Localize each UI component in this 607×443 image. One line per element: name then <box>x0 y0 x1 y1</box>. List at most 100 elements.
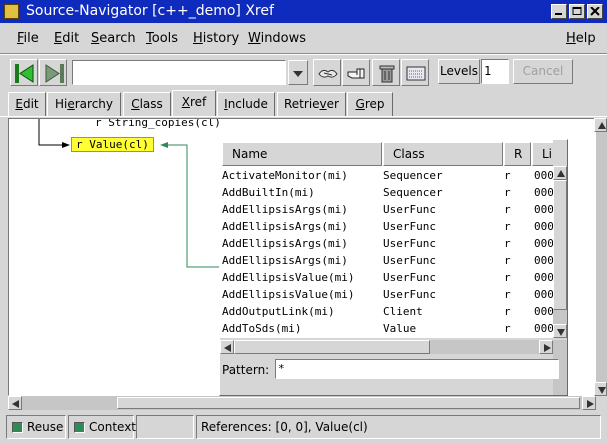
cell-name: AddEllipsisValue(mi) <box>222 271 355 284</box>
forward-button[interactable] <box>39 59 67 86</box>
main-scroll-left-button[interactable] <box>8 396 22 410</box>
cell-class: Sequencer <box>383 186 443 199</box>
list-scroll-up-button[interactable] <box>553 166 567 180</box>
refs-to-button[interactable] <box>313 59 341 86</box>
menu-windows-label: Windows <box>248 31 307 46</box>
column-header-r[interactable]: R <box>504 142 531 166</box>
tab-grep[interactable]: Grep <box>347 92 393 116</box>
handshake-icon <box>318 69 338 78</box>
menu-edit[interactable]: Edit <box>54 31 79 46</box>
list-horizontal-scroll-thumb[interactable] <box>234 340 430 354</box>
main-scroll-up-button[interactable] <box>594 118 607 132</box>
menu-search-label: Search <box>91 31 136 46</box>
menu-tools[interactable]: Tools <box>146 31 178 46</box>
cell-name: AddEllipsisArgs(mi) <box>222 203 348 216</box>
tab-retriever[interactable]: Retriever <box>277 92 346 116</box>
reuse-checkbox[interactable] <box>12 422 23 433</box>
main-scroll-right-button[interactable] <box>582 396 596 410</box>
edge-list-to-value <box>167 144 221 268</box>
list-vertical-scrollbar[interactable] <box>553 166 567 338</box>
menu-search[interactable]: Search <box>91 31 136 46</box>
list-vertical-scroll-thumb[interactable] <box>553 180 567 310</box>
table-row[interactable]: AddEllipsisValue(mi) UserFunc r 000 <box>220 269 553 286</box>
arrow-left-icon <box>224 344 231 352</box>
cell-line: 000 <box>534 288 553 301</box>
table-row[interactable]: ActivateMonitor(mi) Sequencer r 000 <box>220 167 553 184</box>
menu-file[interactable]: File <box>17 31 39 46</box>
cell-r: r <box>504 203 511 216</box>
column-header-name[interactable]: Name <box>222 142 382 166</box>
list-scroll-down-button[interactable] <box>553 324 567 338</box>
cell-class: UserFunc <box>383 220 436 233</box>
cell-name: ActivateMonitor(mi) <box>222 169 348 182</box>
table-row[interactable]: AddEllipsisArgs(mi) UserFunc r 000 <box>220 218 553 235</box>
column-header-line[interactable]: Line <box>532 142 553 166</box>
context-toggle[interactable]: Context <box>68 415 137 439</box>
maximize-button[interactable] <box>569 4 585 19</box>
close-icon <box>590 7 600 16</box>
cell-r: r <box>504 220 511 233</box>
cancel-button[interactable]: Cancel <box>513 59 573 84</box>
delete-button[interactable] <box>372 59 400 86</box>
table-row[interactable]: AddBuiltIn(mi) Sequencer r 000 <box>220 184 553 201</box>
cell-line: 000 <box>534 220 553 233</box>
tab-hierarchy[interactable]: Hierarchy <box>47 92 121 116</box>
list-horizontal-scrollbar[interactable] <box>220 340 553 354</box>
menu-history-label: History <box>193 31 240 46</box>
trash-icon <box>379 65 395 83</box>
cell-class: Value <box>383 322 417 335</box>
cell-r: r <box>504 271 511 284</box>
refs-by-button[interactable] <box>342 59 370 86</box>
list-scroll-right-button[interactable] <box>539 340 553 354</box>
cell-line: 000 <box>534 169 553 182</box>
combo-dropdown-button[interactable] <box>288 60 308 85</box>
close-button[interactable] <box>587 4 603 19</box>
arrow-up-icon <box>557 170 565 177</box>
table-row[interactable]: AddEllipsisValue(mi) UserFunc r 000 <box>220 286 553 303</box>
arrow-right-icon <box>587 400 594 408</box>
column-header-class[interactable]: Class <box>383 142 503 166</box>
table-row[interactable]: AddOutputLink(mi) Client r 000 <box>220 303 553 320</box>
main-vertical-scrollbar[interactable] <box>594 118 607 396</box>
menu-history[interactable]: History <box>193 31 239 46</box>
context-label: Context <box>89 420 137 434</box>
context-checkbox[interactable] <box>74 422 85 433</box>
arrow-down-icon <box>557 329 565 336</box>
arrow-up-icon <box>598 122 606 129</box>
tab-xref[interactable]: Xref <box>172 90 216 117</box>
tab-bar-edge <box>0 116 607 117</box>
back-button[interactable] <box>10 59 38 86</box>
symbol-combo-input[interactable] <box>72 60 286 85</box>
cell-line: 000 <box>534 322 553 335</box>
levels-input[interactable]: 1 <box>481 59 509 84</box>
main-horizontal-scroll-thumb[interactable] <box>117 397 580 409</box>
table-row[interactable]: AddToSds(mi) Value r 000 <box>220 320 553 337</box>
pattern-input[interactable]: * <box>275 359 559 379</box>
table-row[interactable]: AddEllipsisArgs(mi) UserFunc r 000 <box>220 252 553 269</box>
cell-line: 000 <box>534 186 553 199</box>
tab-class[interactable]: Class <box>123 92 171 116</box>
main-scroll-down-button[interactable] <box>594 382 607 396</box>
graph-node-value-selected[interactable]: r Value(cl) <box>71 137 154 152</box>
cell-line: 000 <box>534 203 553 216</box>
graph-node-parent[interactable]: r String_copies(cl) <box>95 119 221 129</box>
table-row[interactable]: AddEllipsisArgs(mi) UserFunc r 000 <box>220 201 553 218</box>
cell-r: r <box>504 254 511 267</box>
list-scroll-left-button[interactable] <box>220 340 234 354</box>
grid-layout-icon <box>406 66 426 81</box>
cell-r: r <box>504 169 511 182</box>
tab-include[interactable]: Include <box>217 92 275 116</box>
graph-layout-button[interactable] <box>401 59 429 86</box>
menu-windows[interactable]: Windows <box>248 31 306 46</box>
cell-name: AddBuiltIn(mi) <box>222 186 315 199</box>
main-horizontal-scrollbar[interactable] <box>8 396 596 410</box>
reuse-toggle[interactable]: Reuse <box>6 415 66 439</box>
minimize-button[interactable] <box>551 4 567 19</box>
menu-help[interactable]: Help <box>566 31 596 46</box>
cell-name: AddEllipsisArgs(mi) <box>222 237 348 250</box>
cell-r: r <box>504 305 511 318</box>
cell-name: AddOutputLink(mi) <box>222 305 335 318</box>
tab-edit[interactable]: Edit <box>8 92 46 116</box>
tab-grep-label: Grep <box>355 97 385 111</box>
table-row[interactable]: AddEllipsisArgs(mi) UserFunc r 000 <box>220 235 553 252</box>
